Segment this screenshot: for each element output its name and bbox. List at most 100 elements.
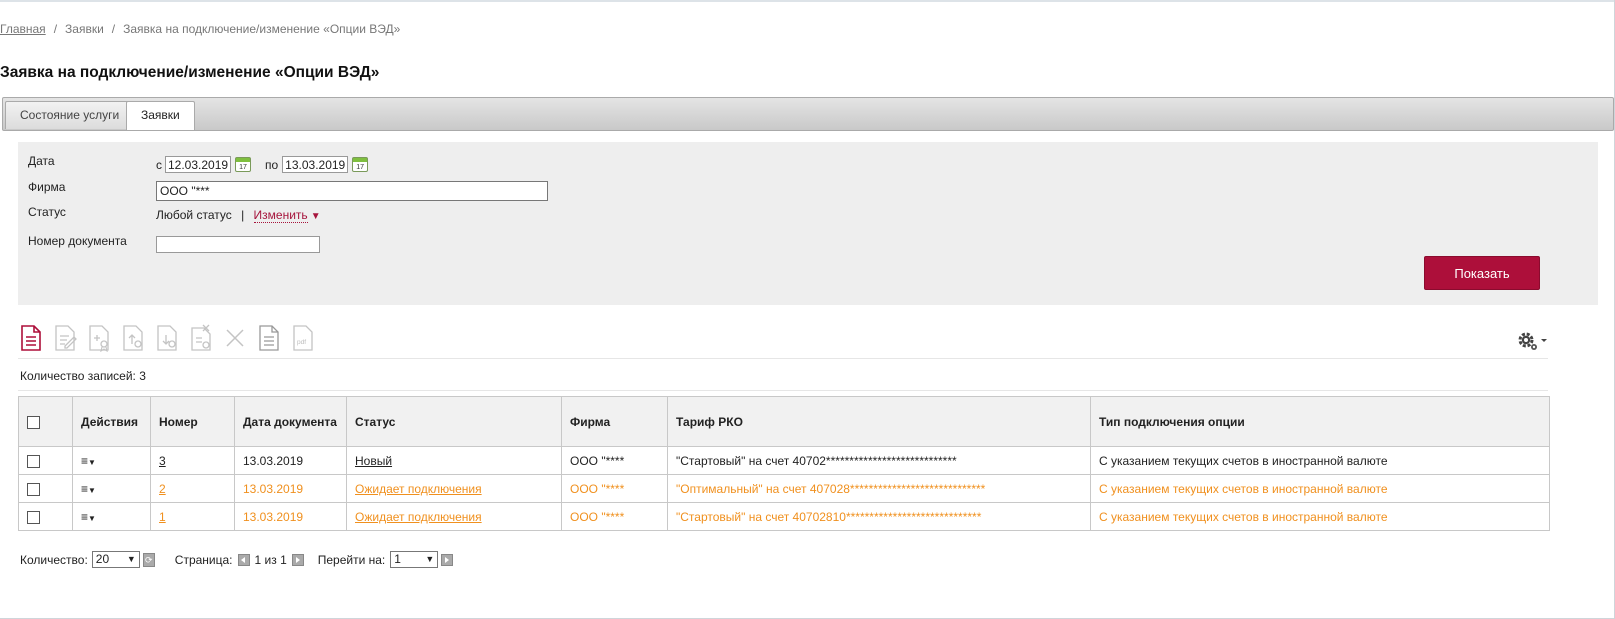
- toolbar-divider: [18, 358, 1548, 359]
- row-status-link[interactable]: Ожидает подключения: [355, 510, 482, 524]
- breadcrumb-separator: /: [111, 22, 116, 36]
- row-actions-cell: ≡▼: [72, 446, 151, 475]
- row-number-cell: 3: [150, 446, 235, 475]
- actions-menu-icon[interactable]: ≡▼: [81, 454, 96, 468]
- row-tariff: "Стартовый" на счет 40702***************…: [667, 446, 1091, 475]
- row-status-link[interactable]: Ожидает подключения: [355, 482, 482, 496]
- upload-document-icon[interactable]: [120, 324, 146, 352]
- records-divider: [18, 390, 1548, 391]
- filter-panel: Дата с 17 по 17 Фирма Статус Любой стату…: [18, 142, 1598, 305]
- row-number-link[interactable]: 1: [159, 510, 166, 524]
- table-row[interactable]: ≡▼ 1 13.03.2019 Ожидает подключения ООО …: [18, 502, 1550, 531]
- row-option-type: С указанием текущих счетов в иностранной…: [1090, 502, 1550, 531]
- tab-bar: Состояние услуги Заявки: [2, 97, 1614, 131]
- row-checkbox[interactable]: [27, 482, 40, 496]
- download-document-icon[interactable]: [154, 324, 180, 352]
- goto-page-value: 1: [394, 552, 401, 566]
- row-firm: ООО "****: [561, 446, 668, 475]
- goto-page-select[interactable]: 1 ▼: [390, 551, 439, 568]
- row-date: 13.03.2019: [234, 502, 347, 531]
- document-toolbar: pdf: [18, 324, 1548, 354]
- calendar-icon[interactable]: 17: [352, 157, 369, 172]
- tab-service-status[interactable]: Состояние услуги: [5, 101, 135, 129]
- select-all-header: [18, 396, 73, 447]
- dropdown-triangle-icon[interactable]: ▼: [311, 211, 321, 222]
- status-change-link[interactable]: Изменить: [253, 208, 308, 223]
- header-doc-date[interactable]: Дата документа: [234, 396, 347, 447]
- row-tariff: "Оптимальный" на счет 407028************…: [667, 474, 1091, 503]
- row-firm: ООО "****: [561, 502, 668, 531]
- sign-document-icon[interactable]: [86, 324, 112, 352]
- breadcrumb-requests[interactable]: Заявки: [65, 22, 104, 36]
- row-actions-cell: ≡▼: [72, 502, 151, 531]
- breadcrumb-separator: /: [53, 22, 58, 36]
- row-status-link[interactable]: Новый: [355, 454, 392, 468]
- settings-gear-icon[interactable]: [1516, 330, 1548, 352]
- firm-input[interactable]: [156, 181, 548, 201]
- pdf-icon-label: pdf: [297, 339, 306, 346]
- row-number-link[interactable]: 2: [159, 482, 166, 496]
- header-option-type[interactable]: Тип подключения опции: [1090, 396, 1550, 447]
- date-range: с 17 по 17: [156, 156, 382, 173]
- row-option-type: С указанием текущих счетов в иностранной…: [1090, 446, 1550, 475]
- next-page-button[interactable]: [291, 553, 304, 566]
- pdf-icon[interactable]: pdf: [290, 324, 316, 352]
- page-size-select[interactable]: 20 ▼: [91, 551, 140, 568]
- delete-icon[interactable]: [222, 324, 248, 352]
- row-option-type: С указанием текущих счетов в иностранной…: [1090, 474, 1550, 503]
- header-firm[interactable]: Фирма: [561, 396, 668, 447]
- select-all-checkbox[interactable]: [27, 415, 40, 429]
- row-checkbox-cell: [18, 474, 73, 503]
- status-value: Любой статус: [156, 208, 232, 222]
- goto-page-button[interactable]: [441, 553, 454, 566]
- row-actions-cell: ≡▼: [72, 474, 151, 503]
- actions-menu-icon[interactable]: ≡▼: [81, 510, 96, 524]
- show-button[interactable]: Показать: [1424, 256, 1540, 290]
- edit-document-icon[interactable]: [52, 324, 78, 352]
- docnum-input[interactable]: [156, 236, 320, 253]
- status-label: Статус: [28, 205, 66, 219]
- prev-page-button[interactable]: [237, 553, 250, 566]
- new-document-icon[interactable]: [18, 324, 44, 352]
- remove-signature-icon[interactable]: [188, 324, 214, 352]
- row-checkbox[interactable]: [27, 510, 40, 524]
- status-filter: Любой статус | Изменить ▼: [156, 208, 321, 223]
- header-number[interactable]: Номер: [150, 396, 235, 447]
- docnum-label: Номер документа: [28, 234, 127, 248]
- table-row[interactable]: ≡▼ 3 13.03.2019 Новый ООО "**** "Стартов…: [18, 446, 1550, 475]
- page-value: 1 из 1: [254, 552, 287, 567]
- table-header-row: Действия Номер Дата документа Статус Фир…: [18, 396, 1550, 447]
- actions-menu-icon[interactable]: ≡▼: [81, 482, 96, 496]
- row-checkbox[interactable]: [27, 454, 40, 468]
- header-actions[interactable]: Действия: [72, 396, 151, 447]
- requests-table: Действия Номер Дата документа Статус Фир…: [18, 396, 1550, 531]
- row-number-link[interactable]: 3: [159, 454, 166, 468]
- calendar-icon[interactable]: 17: [235, 157, 251, 172]
- table-row[interactable]: ≡▼ 2 13.03.2019 Ожидает подключения ООО …: [18, 474, 1550, 503]
- breadcrumb-home-link[interactable]: Главная: [0, 22, 46, 36]
- page-title: Заявка на подключение/изменение «Опции В…: [0, 64, 380, 81]
- header-status[interactable]: Статус: [346, 396, 562, 447]
- row-checkbox-cell: [18, 502, 73, 531]
- chevron-down-icon: ▼: [126, 554, 136, 564]
- records-count: Количество записей: 3: [20, 369, 146, 383]
- date-from-input[interactable]: [165, 156, 231, 173]
- page-size-value: 20: [95, 552, 110, 566]
- date-to-label: по: [265, 157, 279, 172]
- row-status-cell: Новый: [346, 446, 562, 475]
- header-tariff[interactable]: Тариф РКО: [667, 396, 1091, 447]
- breadcrumb: Главная / Заявки / Заявка на подключение/изм…: [0, 22, 400, 36]
- date-label: Дата: [28, 154, 55, 168]
- row-tariff: "Стартовый" на счет 40702810************…: [667, 502, 1091, 531]
- page-size-label: Количество:: [20, 552, 88, 567]
- date-to-input[interactable]: [282, 156, 349, 173]
- tab-requests[interactable]: Заявки: [126, 101, 195, 130]
- row-date: 13.03.2019: [234, 446, 347, 475]
- row-number-cell: 1: [150, 502, 235, 531]
- refresh-icon[interactable]: ⟳: [142, 552, 155, 567]
- breadcrumb-current: Заявка на подключение/изменение «Опции В…: [123, 22, 401, 36]
- top-border: [0, 0, 1615, 2]
- copy-document-icon[interactable]: [256, 324, 282, 352]
- row-status-cell: Ожидает подключения: [346, 474, 562, 503]
- row-status-cell: Ожидает подключения: [346, 502, 562, 531]
